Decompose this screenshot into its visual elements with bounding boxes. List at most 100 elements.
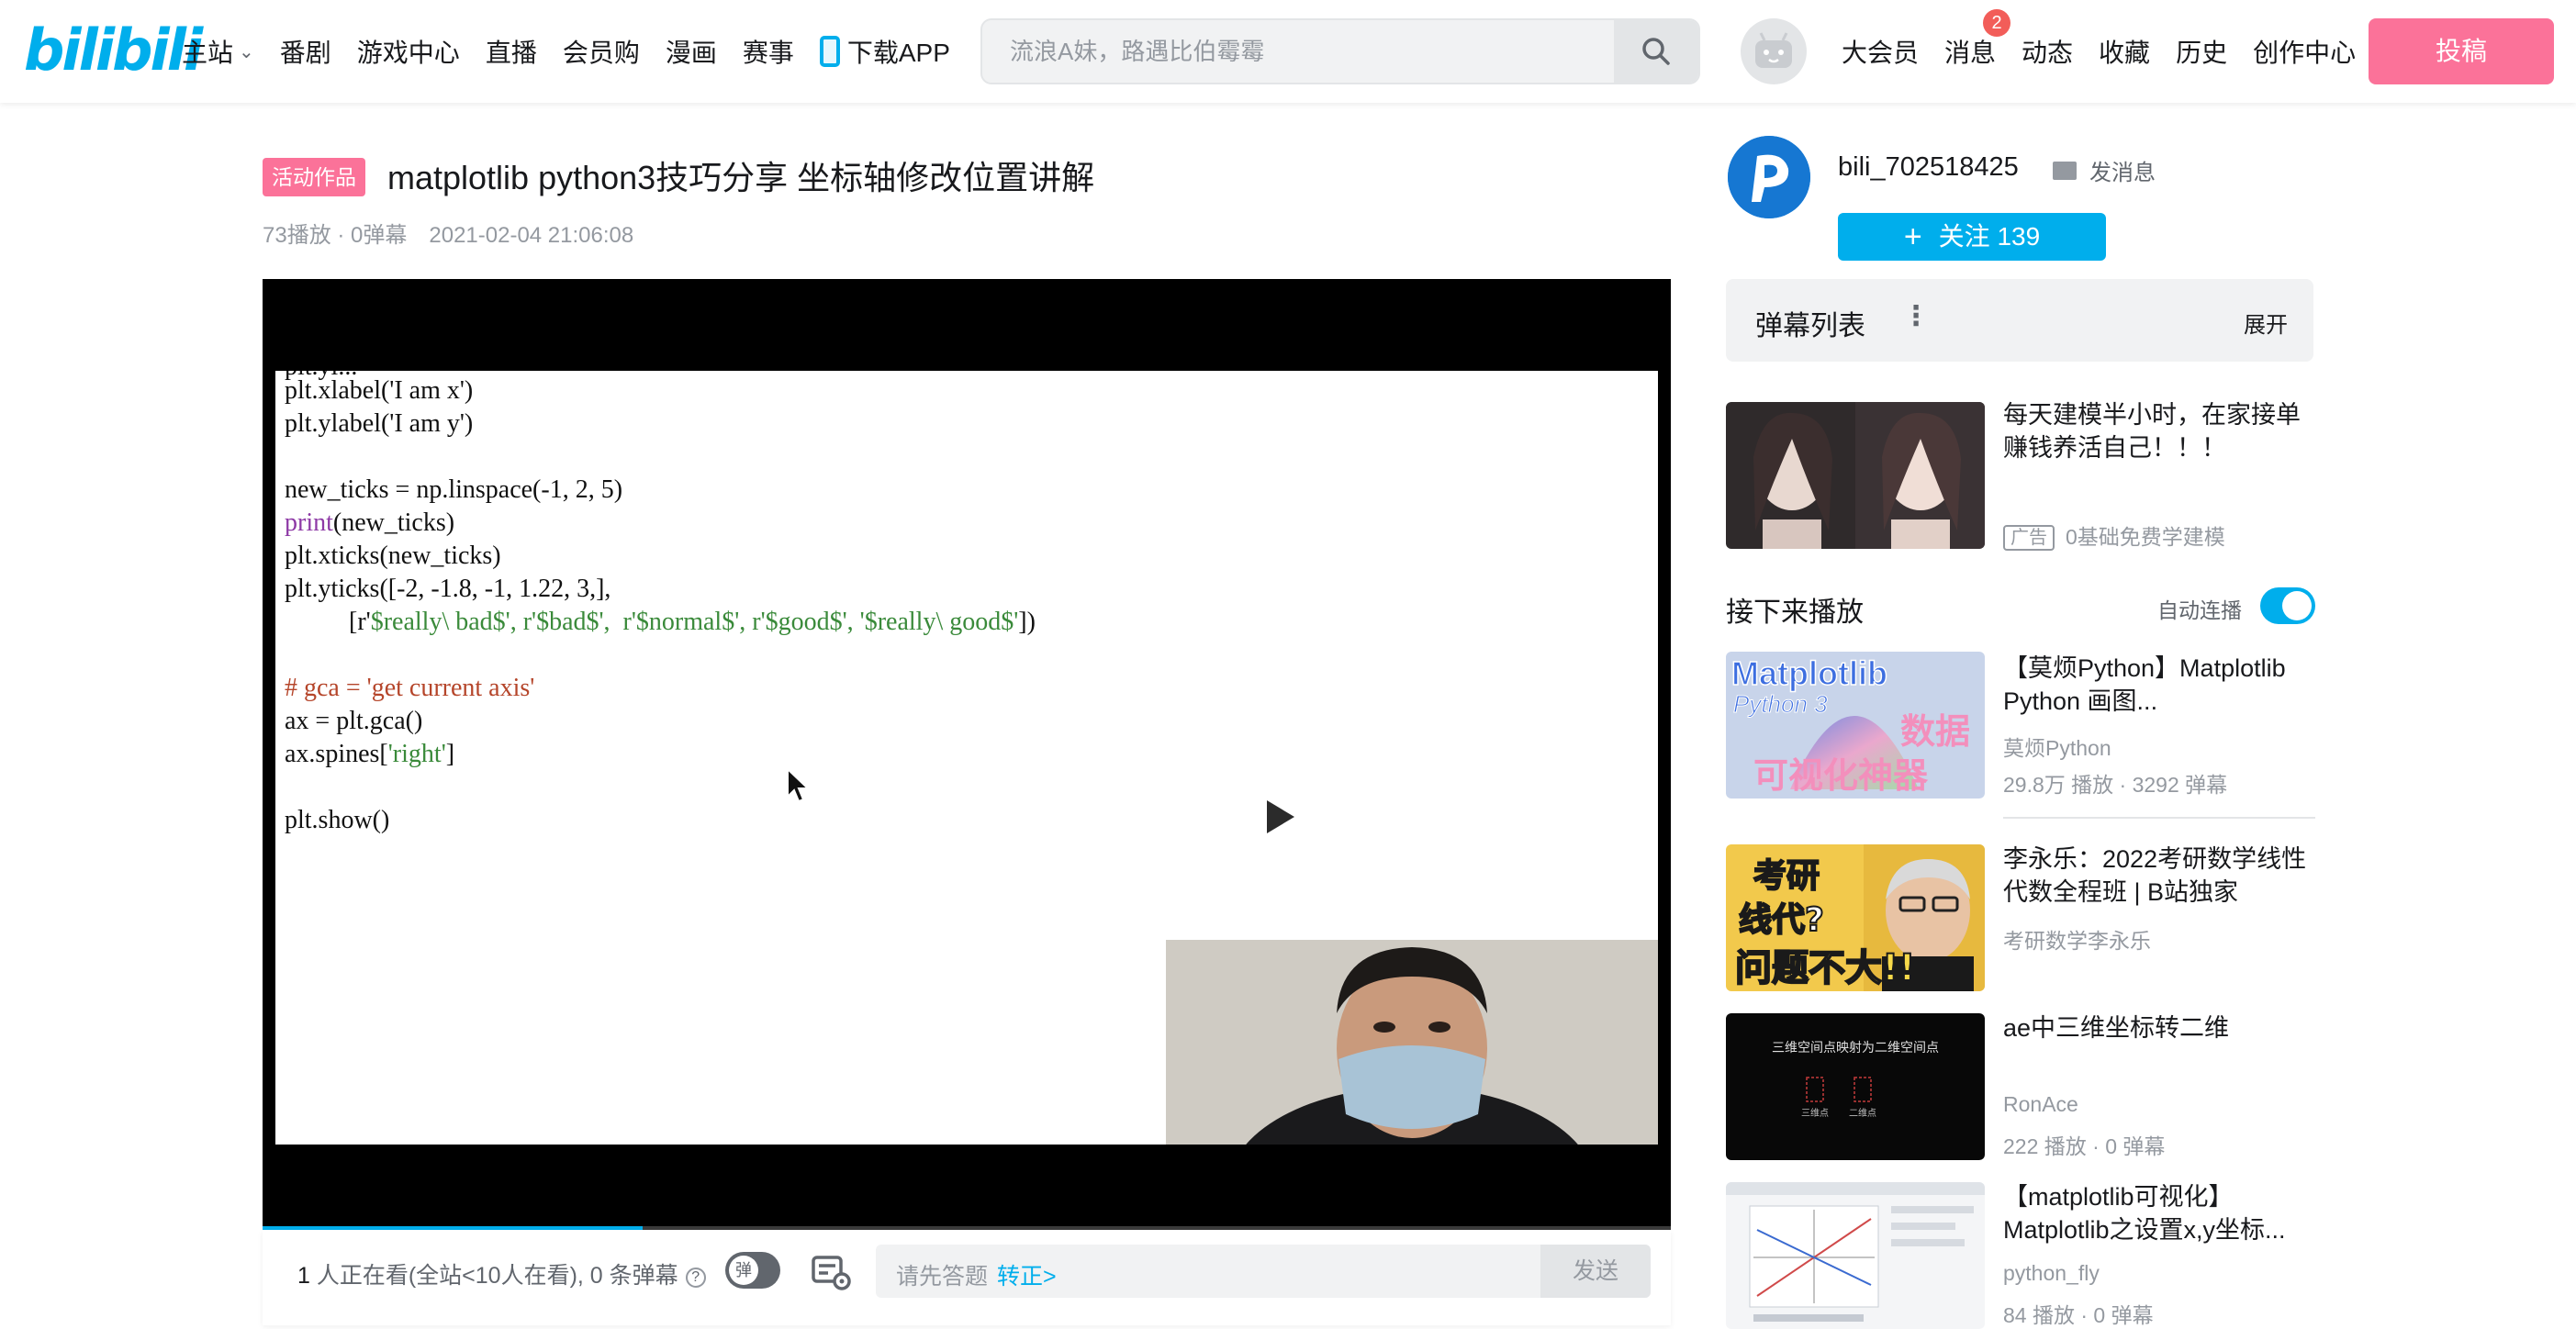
danmaku-input-placeholder: 请先答题 转正> [896, 1264, 1057, 1290]
thumb-text: Python 3 [1733, 690, 1828, 718]
envelope-icon [2053, 161, 2077, 180]
nav-item-anime[interactable]: 番剧 [280, 33, 331, 70]
nav-item-favorites[interactable]: 收藏 [2099, 33, 2150, 70]
nav-item-label: 主站 [182, 39, 234, 67]
thumb-text: 二维点 [1849, 1107, 1876, 1119]
video-date: 2021-02-04 21:06:08 [429, 223, 634, 248]
uploader-name[interactable]: bili_702518425 [1838, 152, 2019, 183]
ad-badge: 广告 [2003, 525, 2055, 551]
viewer-count: 1 人正在看(全站<10人在看), 0 条弹幕? [297, 1257, 706, 1290]
chevron-down-icon: ⌄ [239, 41, 254, 62]
video-thumbnail[interactable]: 三维空间点映射为二维空间点 三维点 二维点 [1726, 1013, 1985, 1160]
phone-icon [819, 36, 840, 67]
nav-item-label: 消息 [1944, 39, 1997, 67]
presenter-image [1166, 940, 1658, 1145]
video-stats: 84 播放 · 0 弹幕 [2003, 1303, 2154, 1327]
nav-item-dynamics[interactable]: 动态 [2022, 33, 2073, 70]
code-line: [r'$really\ bad$', r'$bad$', r'$normal$'… [285, 608, 1036, 636]
nav-item-esports[interactable]: 赛事 [743, 33, 794, 70]
thumb-text: 数据 [1900, 711, 1970, 752]
search-box [980, 18, 1700, 84]
danmaku-bar: 1 人正在看(全站<10人在看), 0 条弹幕? 弹 请先答题 转正> 发送 [263, 1230, 1671, 1325]
send-message-link[interactable]: 发消息 [2053, 154, 2156, 186]
video-title-link[interactable]: 李永乐：2022考研数学线性代数全程班 | B站独家 [2003, 843, 2315, 909]
video-title-link[interactable]: 【莫烦Python】Matplotlib Python 画图... [2003, 652, 2315, 718]
video-meta: 73播放 · 0弹幕 2021-02-04 21:06:08 [263, 217, 633, 249]
help-icon[interactable]: ? [685, 1268, 706, 1288]
uploader-avatar[interactable] [1728, 136, 1810, 218]
thumbnail-image: Matplotlib Python 3 数据 可视化神器 [1726, 652, 1985, 799]
danmaku-list-header[interactable]: 弹幕列表 ⋮ 展开 [1726, 279, 2313, 362]
danmaku-settings-icon[interactable] [812, 1254, 852, 1290]
thumb-text: 三维点 [1801, 1107, 1829, 1119]
nav-item-history[interactable]: 历史 [2176, 33, 2227, 70]
video-title-link[interactable]: ae中三维坐标转二维 [2003, 1011, 2315, 1044]
activity-tag[interactable]: 活动作品 [263, 158, 365, 196]
code-line: plt.ylabel('I am y') [285, 409, 474, 438]
bilibili-logo[interactable]: bilibili [24, 18, 203, 83]
autoplay-toggle[interactable] [2260, 587, 2315, 624]
video-title-link[interactable]: 【matplotlib可视化】Matplotlib之设置x,y坐标... [2003, 1180, 2315, 1246]
video-title: matplotlib python3技巧分享 坐标轴修改位置讲解 [387, 159, 1095, 196]
video-author[interactable]: 考研数学李永乐 [2003, 923, 2151, 955]
nav-item-messages[interactable]: 消息 2 [1944, 9, 2011, 70]
nav-item-creator-center[interactable]: 创作中心 [2253, 33, 2356, 70]
user-nav: 大会员 消息 2 动态 收藏 历史 创作中心 [1842, 0, 2381, 103]
thumbnail-image [1726, 1182, 1985, 1329]
video-author[interactable]: python_fly [2003, 1261, 2100, 1286]
webcam-overlay [1166, 940, 1658, 1145]
danmaku-input[interactable]: 请先答题 转正> 发送 [876, 1245, 1651, 1298]
video-thumbnail[interactable] [1726, 1182, 1985, 1329]
mouse-cursor-icon [787, 767, 811, 803]
code-line: plt.yticks([-2, -1.8, -1, 1.22, 3,], [285, 575, 611, 603]
thumb-text: 线代? [1739, 901, 1824, 939]
ad-thumbnail[interactable] [1726, 402, 1985, 549]
nav-item-manga[interactable]: 漫画 [666, 33, 717, 70]
thumb-text: 三维空间点映射为二维空间点 [1772, 1041, 1939, 1055]
nav-item-main[interactable]: 主站 ⌄ [182, 33, 254, 70]
nav-item-vip[interactable]: 大会员 [1842, 33, 1919, 70]
plus-icon: + [1903, 219, 1922, 254]
search-icon [1642, 38, 1670, 65]
code-line: plt.show() [285, 806, 390, 834]
video-author[interactable]: 莫烦Python [2003, 731, 2111, 762]
search-button[interactable] [1614, 20, 1698, 83]
code-line: plt.xticks(new_ticks) [285, 542, 501, 570]
video-stats: 73播放 · 0弹幕 [263, 223, 408, 248]
nav-item-live[interactable]: 直播 [486, 33, 537, 70]
danmaku-toggle-knob: 弹 [729, 1256, 758, 1285]
user-avatar[interactable] [1741, 18, 1807, 84]
code-comment: # gca = 'get current axis' [285, 674, 535, 702]
next-up-title: 接下来播放 [1726, 597, 1864, 628]
ad-subtitle: 广告 0基础免费学建模 [2003, 519, 2225, 551]
danmaku-toggle[interactable]: 弹 [725, 1252, 780, 1289]
video-player[interactable]: plt.yl... plt.xlabel('I am x') plt.ylabe… [263, 279, 1671, 1230]
video-thumbnail[interactable]: Matplotlib Python 3 数据 可视化神器 [1726, 652, 1985, 799]
thumb-text: Matplotlib [1731, 654, 1887, 692]
play-icon[interactable] [1226, 765, 1327, 857]
tv-mascot-icon [1755, 32, 1792, 68]
send-danmaku-button[interactable]: 发送 [1540, 1245, 1651, 1298]
expand-button[interactable]: 展开 [2244, 307, 2288, 339]
send-message-label: 发消息 [2089, 161, 2156, 185]
search-input[interactable] [1010, 20, 1616, 83]
video-stats: 222 播放 · 0 弹幕 [2003, 1134, 2166, 1158]
upload-button[interactable]: 投稿 [2369, 18, 2554, 84]
become-member-link[interactable]: 转正> [997, 1264, 1057, 1290]
video-stats: 29.8万 播放 · 3292 弹幕 [2003, 773, 2228, 797]
danmaku-list-title: 弹幕列表 [1755, 311, 1865, 341]
ad-title[interactable]: 每天建模半小时，在家接单赚钱养活自己！！！ [2003, 398, 2315, 464]
nav-item-label: 下载APP [846, 39, 950, 67]
thumb-text: 问题不大!! [1735, 947, 1915, 989]
video-author[interactable]: RonAce [2003, 1092, 2078, 1117]
video-thumbnail[interactable]: 考研 线代? 问题不大!! [1726, 844, 1985, 991]
follow-button[interactable]: + 关注 139 [1838, 213, 2106, 261]
nav-item-download-app[interactable]: 下载APP [819, 33, 950, 70]
nav-item-shop[interactable]: 会员购 [563, 33, 640, 70]
ad-image [1726, 402, 1985, 549]
code-line: print(new_ticks) [285, 508, 455, 537]
nav-item-game-center[interactable]: 游戏中心 [357, 33, 460, 70]
follow-label: 关注 139 [1938, 222, 2041, 251]
code-line: plt.xlabel('I am x') [285, 376, 474, 405]
more-options-icon[interactable]: ⋮ [1902, 303, 1930, 330]
